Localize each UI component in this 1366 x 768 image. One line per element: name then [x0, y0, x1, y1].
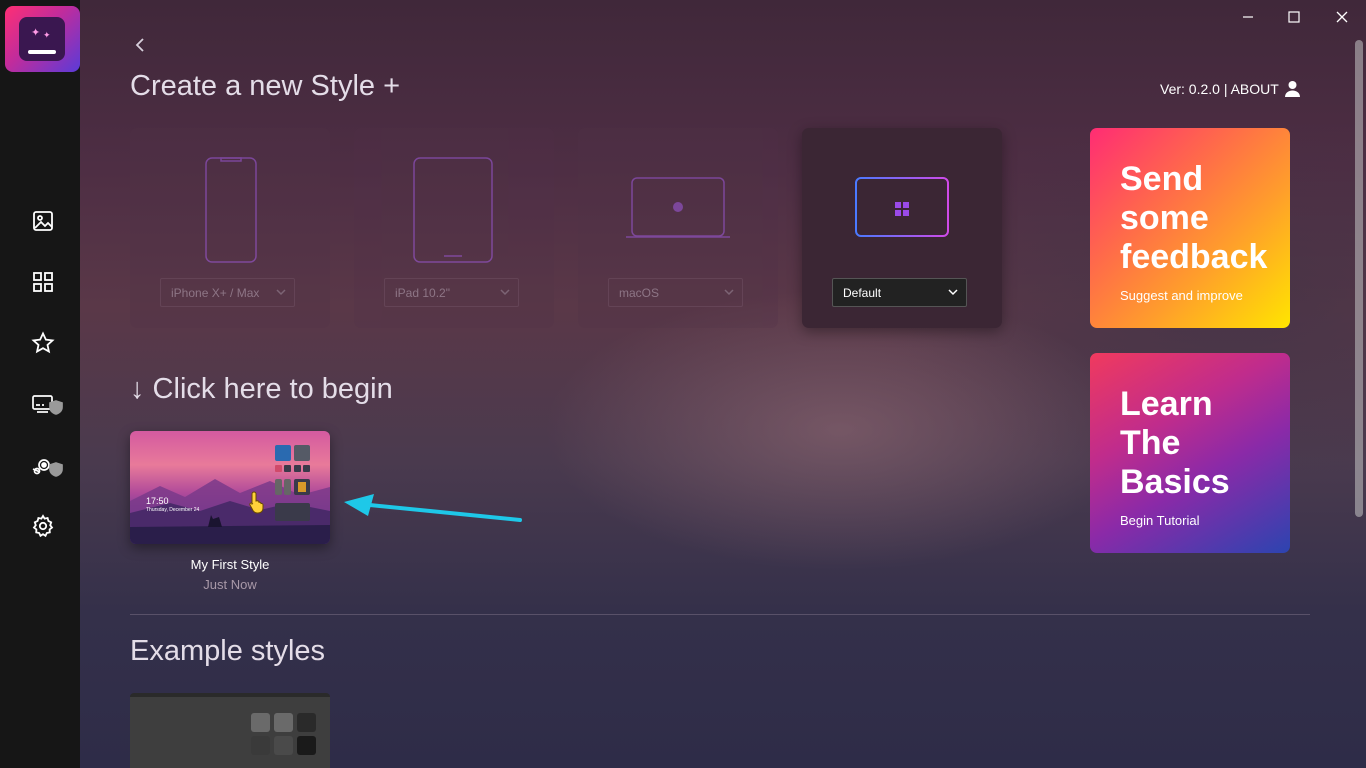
back-button[interactable] [131, 34, 149, 56]
learn-subtitle: Begin Tutorial [1120, 513, 1200, 528]
close-icon[interactable] [1333, 8, 1351, 26]
device-card-iphone[interactable]: iPhone X+ / Max [130, 128, 330, 328]
chevron-down-icon [276, 289, 286, 296]
star-icon[interactable] [31, 331, 55, 355]
example-tile [274, 713, 293, 732]
example-tile [297, 736, 316, 755]
page-title: Create a new Style + [130, 70, 401, 102]
gear-icon[interactable] [31, 514, 55, 538]
windows-laptop-icon [850, 177, 954, 238]
device-select-value: macOS [619, 286, 660, 300]
steam-shield-icon[interactable] [31, 455, 65, 479]
chevron-down-icon [948, 289, 958, 296]
example-tile [251, 713, 270, 732]
app-logo[interactable]: ✦ ✦ [5, 6, 80, 72]
tablet-icon [413, 157, 493, 263]
minimize-icon[interactable] [1239, 8, 1257, 26]
macbook-icon [626, 177, 730, 238]
scrollbar[interactable] [1355, 40, 1363, 517]
example-tile [297, 713, 316, 732]
device-select-windows[interactable]: Default [832, 278, 967, 307]
device-select-value: Default [843, 286, 882, 300]
user-icon[interactable] [1284, 80, 1301, 97]
my-style-timestamp: Just Now [203, 577, 257, 592]
hand-pointer-icon [249, 491, 264, 514]
feedback-card[interactable]: Send some feedback Suggest and improve [1090, 128, 1290, 328]
sidebar: ✦ ✦ [0, 0, 80, 768]
display-shield-icon[interactable] [31, 393, 65, 417]
sparkle-icon: ✦ [31, 26, 41, 39]
maximize-icon[interactable] [1285, 8, 1303, 26]
sparkle-icon: ✦ [43, 31, 51, 41]
learn-title: Learn The Basics [1120, 385, 1230, 501]
device-select-ipad[interactable]: iPad 10.2" [384, 278, 519, 307]
learn-basics-card[interactable]: Learn The Basics Begin Tutorial [1090, 353, 1290, 553]
device-select-value: iPhone X+ / Max [171, 286, 260, 300]
version-about-link[interactable]: Ver: 0.2.0 | ABOUT [1160, 81, 1279, 97]
feedback-subtitle: Suggest and improve [1120, 288, 1243, 303]
my-style-name[interactable]: My First Style [130, 557, 330, 572]
chevron-left-icon [135, 38, 144, 52]
device-select-value: iPad 10.2" [395, 286, 450, 300]
my-style-thumbnail[interactable]: 17:50 Thursday, December 24 [130, 431, 330, 544]
annotation-arrow [344, 494, 522, 522]
thumbnail-clock: 17:50 [146, 496, 169, 506]
section-divider [130, 614, 1310, 615]
examples-heading: Example styles [130, 635, 326, 667]
begin-heading: ↓ Click here to begin [130, 373, 393, 405]
example-tile [274, 736, 293, 755]
feedback-title: Send some feedback [1120, 160, 1268, 276]
phone-icon [205, 157, 257, 263]
device-select-macos[interactable]: macOS [608, 278, 743, 307]
logo-bar [28, 50, 56, 54]
device-select-iphone[interactable]: iPhone X+ / Max [160, 278, 295, 307]
logo-mark: ✦ ✦ [19, 17, 65, 61]
device-card-windows[interactable]: Default [802, 128, 1002, 328]
thumbnail-date: Thursday, December 24 [146, 507, 200, 513]
device-card-ipad[interactable]: iPad 10.2" [354, 128, 554, 328]
chevron-down-icon [500, 289, 510, 296]
mountain-landscape-image [130, 445, 330, 544]
example-tile [251, 736, 270, 755]
example-style-thumbnail[interactable] [130, 693, 330, 768]
grid-icon[interactable] [31, 270, 55, 294]
device-card-macos[interactable]: macOS [578, 128, 778, 328]
image-icon[interactable] [31, 209, 55, 233]
chevron-down-icon [724, 289, 734, 296]
